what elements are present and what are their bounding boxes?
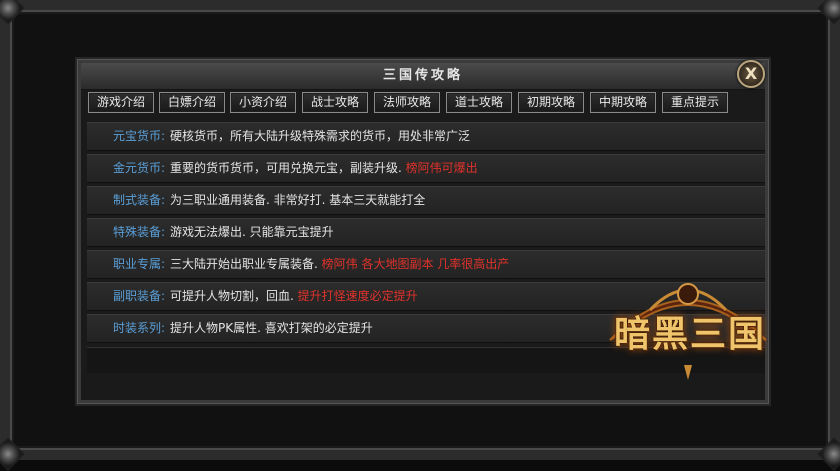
tab-label: 初期攻略	[526, 95, 575, 109]
row-text: 重要的货币货币，可用兑换元宝，副装升级.	[170, 161, 402, 175]
row-text: 可提升人物切割，回血.	[170, 289, 294, 303]
tab-warrior-guide[interactable]: 战士攻略	[302, 92, 368, 113]
list-item: 金元货币: 重要的货币货币，可用兑换元宝，副装升级. 榜阿伟可爆出	[87, 154, 765, 183]
title-bar: 三国传攻略	[81, 63, 765, 90]
tab-label: 道士攻略	[454, 95, 503, 109]
close-icon: X	[744, 64, 758, 83]
row-desc: 三大陆开始出职业专属装备. 榜阿伟 各大地图副本 几率很高出产	[170, 251, 509, 278]
row-label: 时装系列:	[112, 321, 165, 335]
tab-budget-intro[interactable]: 小资介绍	[230, 92, 296, 113]
list-item: 元宝货币: 硬核货币，所有大陆升级特殊需求的货币，用处非常广泛	[87, 122, 765, 151]
tab-label: 白嫖介绍	[167, 95, 216, 109]
row-desc: 硬核货币，所有大陆升级特殊需求的货币，用处非常广泛	[170, 123, 470, 150]
tab-label: 小资介绍	[238, 95, 287, 109]
tab-label: 游戏介绍	[96, 95, 145, 109]
tab-label: 中期攻略	[598, 95, 647, 109]
row-desc: 提升人物PK属性. 喜欢打架的必定提升	[170, 315, 373, 342]
tab-free-intro[interactable]: 白嫖介绍	[159, 92, 225, 113]
row-text: 为三职业通用装备. 非常好打. 基本三天就能打全	[170, 193, 426, 207]
row-highlight: 榜阿伟 各大地图副本 几率很高出产	[321, 257, 510, 271]
tab-mid-guide[interactable]: 中期攻略	[590, 92, 656, 113]
row-desc: 重要的货币货币，可用兑换元宝，副装升级. 榜阿伟可爆出	[170, 155, 478, 182]
row-text: 硬核货币，所有大陆升级特殊需求的货币，用处非常广泛	[170, 129, 471, 143]
tab-label: 重点提示	[670, 95, 719, 109]
tab-mage-guide[interactable]: 法师攻略	[374, 92, 440, 113]
row-label: 特殊装备:	[112, 225, 165, 239]
list-item: 特殊装备: 游戏无法爆出. 只能靠元宝提升	[87, 218, 765, 247]
row-text: 三大陆开始出职业专属装备.	[170, 257, 318, 271]
tab-label: 战士攻略	[310, 95, 359, 109]
row-highlight: 提升打怪速度必定提升	[297, 289, 418, 303]
tab-taoist-guide[interactable]: 道士攻略	[446, 92, 512, 113]
row-desc: 游戏无法爆出. 只能靠元宝提升	[170, 219, 334, 246]
tab-label: 法师攻略	[382, 95, 431, 109]
row-label: 制式装备:	[112, 193, 165, 207]
row-text: 游戏无法爆出. 只能靠元宝提升	[170, 225, 334, 239]
row-desc: 可提升人物切割，回血. 提升打怪速度必定提升	[170, 283, 418, 310]
row-label: 职业专属:	[112, 257, 165, 271]
list-item: 制式装备: 为三职业通用装备. 非常好打. 基本三天就能打全	[87, 186, 765, 215]
game-logo-text: 暗黑三国	[613, 313, 766, 355]
tab-key-tips[interactable]: 重点提示	[662, 92, 728, 113]
row-label: 副职装备:	[112, 289, 165, 303]
tab-early-guide[interactable]: 初期攻略	[518, 92, 584, 113]
row-label: 金元货币:	[112, 161, 165, 175]
window-title: 三国传攻略	[382, 68, 463, 83]
row-desc: 为三职业通用装备. 非常好打. 基本三天就能打全	[170, 187, 425, 214]
row-text: 提升人物PK属性. 喜欢打架的必定提升	[170, 321, 373, 335]
tab-bar: 游戏介绍 白嫖介绍 小资介绍 战士攻略 法师攻略 道士攻略 初期攻略 中期攻略 …	[88, 92, 768, 114]
row-highlight: 榜阿伟可爆出	[405, 161, 478, 175]
row-label: 元宝货币:	[112, 129, 165, 143]
tab-game-intro[interactable]: 游戏介绍	[88, 92, 154, 113]
close-button[interactable]: X	[737, 60, 765, 88]
